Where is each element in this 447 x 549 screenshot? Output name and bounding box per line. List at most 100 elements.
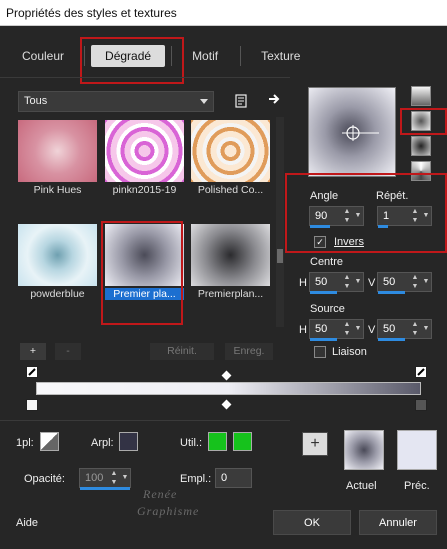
center-h-bar [310,291,337,294]
center-h-value: 50 [315,276,328,288]
invert-label[interactable]: Invers [334,236,364,248]
swatch-thumbnail [105,224,184,286]
bottom-right-stop-marker[interactable] [415,399,427,411]
reset-button[interactable]: Réinit. [150,343,214,360]
source-h-bar [310,338,337,341]
swatch-thumbnail [105,120,184,182]
gradient-gallery: Pink Hues pinkn2015-19 Polished Co... po… [18,117,272,327]
tab-motif[interactable]: Motif [178,45,232,67]
tab-texture[interactable]: Texture [247,45,314,67]
gallery-scrollbar[interactable] [276,117,284,327]
gradient-swatch[interactable]: pinkn2015-19 [105,120,184,202]
center-h-label: H [299,277,307,289]
util-color-box-2[interactable] [233,432,252,451]
swatch-caption: Premierplan... [197,288,264,300]
gradient-bar[interactable] [36,382,421,395]
top-left-stop-marker[interactable] [26,366,38,378]
manage-gradients-icon[interactable] [232,92,250,110]
empl-label: Empl.: [180,473,212,485]
tab-degrade[interactable]: Dégradé [91,45,166,67]
center-v-field[interactable]: 50 ▲ ▼ ▼ [377,272,432,294]
crosshair-icon [342,125,379,141]
current-swatch[interactable] [344,430,384,470]
util-color-box-1[interactable] [208,432,227,451]
chevron-down-icon[interactable]: ▼ [120,469,130,487]
chevron-down-icon[interactable]: ▼ [421,273,431,291]
previous-label: Préc. [404,480,430,492]
cancel-button[interactable]: Annuler [359,510,437,535]
link-label[interactable]: Liaison [332,346,367,358]
tab-bar: Couleur Dégradé Motif Texture [8,45,314,70]
opacity-bar [80,487,130,490]
gradient-preview[interactable] [308,87,396,177]
swatch-thumbnail [191,224,270,286]
spin-arrows-icon[interactable]: ▲ ▼ [342,207,352,225]
source-h-label: H [299,324,307,336]
scrollbar-thumb[interactable] [277,249,283,263]
swap-colors-button[interactable]: + [302,432,328,456]
add-gradient-button[interactable]: + [20,343,46,360]
rectangular-gradient-type-button[interactable] [411,111,431,131]
arrow-right-icon[interactable] [265,90,283,108]
chevron-down-icon[interactable]: ▼ [421,320,431,338]
source-label: Source [310,303,345,315]
spin-arrows-icon[interactable]: ▲ ▼ [109,469,119,487]
angle-label: Angle [310,190,339,202]
spin-arrows-icon[interactable]: ▲ ▼ [342,273,352,291]
spin-arrows-icon[interactable]: ▲ ▼ [410,273,420,291]
swatch-caption: Premier pla... [105,288,184,300]
source-h-value: 50 [315,323,328,335]
empl-field[interactable]: 0 [215,468,252,488]
sunburst-gradient-type-button[interactable] [411,136,431,156]
radial-gradient-type-button[interactable] [411,161,431,181]
swatch-caption: pinkn2015-19 [112,184,177,196]
chevron-down-icon[interactable]: ▼ [353,207,363,225]
angle-value: 90 [315,210,328,222]
category-dropdown[interactable]: Tous [18,91,214,112]
current-label: Actuel [346,480,377,492]
ok-button[interactable]: OK [273,510,351,535]
angle-field[interactable]: 90 ▲ ▼ ▼ [309,206,364,228]
gradient-swatch[interactable]: Premierplan... [191,224,270,306]
previous-swatch[interactable] [397,430,437,470]
spin-arrows-icon[interactable]: ▲ ▼ [410,207,420,225]
center-label: Centre [310,256,344,268]
center-h-field[interactable]: 50 ▲ ▼ ▼ [309,272,364,294]
gradient-swatch[interactable]: Pink Hues [18,120,97,202]
link-checkbox[interactable] [314,346,326,358]
source-v-field[interactable]: 50 ▲ ▼ ▼ [377,319,432,341]
tab-couleur[interactable]: Couleur [8,45,78,67]
invert-checkbox[interactable]: ✓ [314,236,326,248]
help-button[interactable]: Aide [16,517,38,529]
swatch-caption: powderblue [30,288,85,300]
spin-arrows-icon[interactable]: ▲ ▼ [410,320,420,338]
source-v-label: V [368,324,376,336]
chevron-down-icon[interactable]: ▼ [353,320,363,338]
opacity-field[interactable]: 100 ▲ ▼ ▼ [79,468,131,490]
gradient-swatch[interactable]: Polished Co... [191,120,270,202]
gradient-swatch-selected[interactable]: Premier pla... [105,224,184,306]
divider [0,77,290,78]
tab-separator [171,46,173,66]
arpl-color-box[interactable] [119,432,138,451]
remove-gradient-button[interactable]: - [55,343,81,360]
swatch-thumbnail [18,120,97,182]
gradient-swatch[interactable]: powderblue [18,224,97,306]
bottom-left-stop-marker[interactable] [26,399,38,411]
watermark-line2: Graphisme [137,504,200,518]
save-button[interactable]: Enreg. [225,343,273,360]
divider [0,420,290,421]
stop-type-icon[interactable] [40,432,59,451]
chevron-down-icon[interactable]: ▼ [421,207,431,225]
spin-arrows-icon[interactable]: ▲ ▼ [342,320,352,338]
center-v-label: V [368,277,376,289]
swatch-thumbnail [18,224,97,286]
repeat-field[interactable]: 1 ▲ ▼ ▼ [377,206,432,228]
repeat-value: 1 [383,210,390,222]
chevron-down-icon[interactable]: ▼ [353,273,363,291]
watermark-line1: Renée [143,487,178,501]
linear-gradient-type-button[interactable] [411,86,431,106]
source-h-field[interactable]: 50 ▲ ▼ ▼ [309,319,364,341]
location-label: 1pl: [16,437,34,449]
top-right-stop-marker[interactable] [415,366,427,378]
